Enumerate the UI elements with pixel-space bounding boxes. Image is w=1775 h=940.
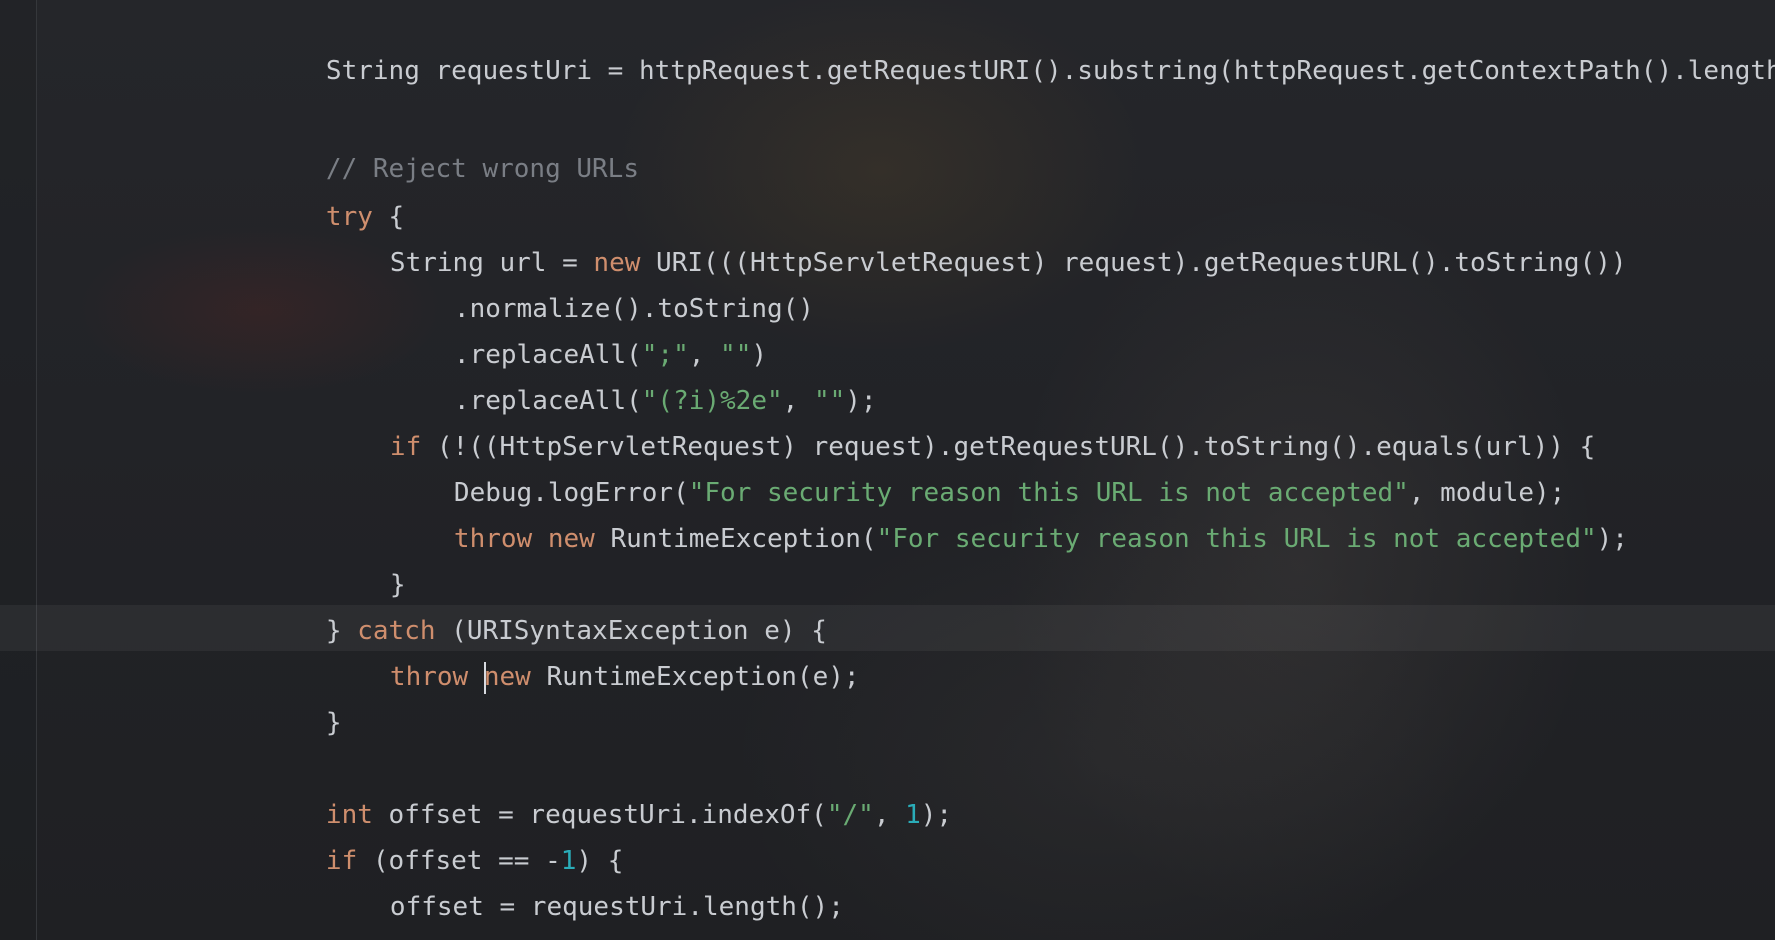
code-token: RuntimeException(e); [530, 662, 860, 692]
code-line-comment[interactable]: // Reject wrong URLs [232, 100, 639, 184]
code-token: RuntimeException( [594, 524, 877, 554]
code-line[interactable]: } [296, 516, 406, 600]
code-line[interactable]: String requestUri = httpRequest.getReque… [232, 2, 1775, 86]
code-token: offset = requestUri.length(); [389, 892, 844, 922]
code-line-current[interactable]: throw new RuntimeException(e); [296, 608, 860, 694]
code-line[interactable]: offset = requestUri.length(); [296, 838, 844, 922]
code-token: ); [1596, 524, 1628, 554]
code-line[interactable]: try { [232, 148, 404, 232]
code-line[interactable]: .normalize().toString() [360, 240, 814, 324]
code-line[interactable]: } catch (URISyntaxException e) { [232, 562, 827, 646]
code-area[interactable]: String requestUri = httpRequest.getReque… [0, 0, 1775, 940]
code-line[interactable]: String url = new URI(((HttpServletReques… [296, 194, 1627, 278]
code-line[interactable]: if (!((HttpServletRequest) request).getR… [296, 378, 1595, 462]
code-line[interactable]: } [232, 654, 342, 738]
keyword-token: new [483, 662, 531, 692]
keyword-token: throw [453, 524, 533, 554]
code-editor[interactable]: String requestUri = httpRequest.getReque… [0, 0, 1775, 940]
code-line[interactable]: .replaceAll(";", "") [360, 286, 767, 370]
code-line[interactable]: throw new RuntimeException("For security… [360, 470, 1628, 554]
code-token: ); [920, 800, 953, 830]
code-token: } [325, 708, 342, 738]
number-token: 1 [905, 800, 921, 830]
keyword-token: new [547, 524, 595, 554]
string-token: "For security reason this URL is not acc… [876, 524, 1597, 554]
code-line[interactable]: .replaceAll("(?i)%2e", ""); [360, 332, 877, 416]
code-line[interactable]: } [232, 884, 342, 940]
code-line[interactable]: int offset = requestUri.indexOf("/", 1); [232, 746, 952, 830]
code-line[interactable]: if (offset == -1) { [232, 792, 623, 876]
keyword-token: throw [389, 662, 469, 692]
code-token: , [873, 800, 906, 830]
code-token: String requestUri = httpRequest.getReque… [325, 56, 1775, 86]
string-token: "/" [826, 800, 874, 830]
code-line[interactable]: Debug.logError("For security reason this… [360, 424, 1565, 508]
